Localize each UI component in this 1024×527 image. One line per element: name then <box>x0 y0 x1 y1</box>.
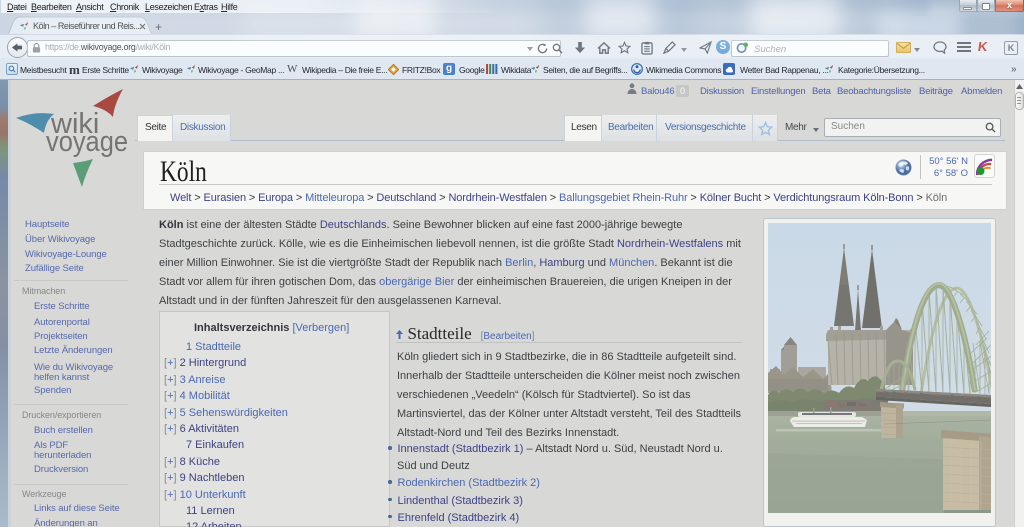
svg-text:voyage: voyage <box>46 124 128 157</box>
